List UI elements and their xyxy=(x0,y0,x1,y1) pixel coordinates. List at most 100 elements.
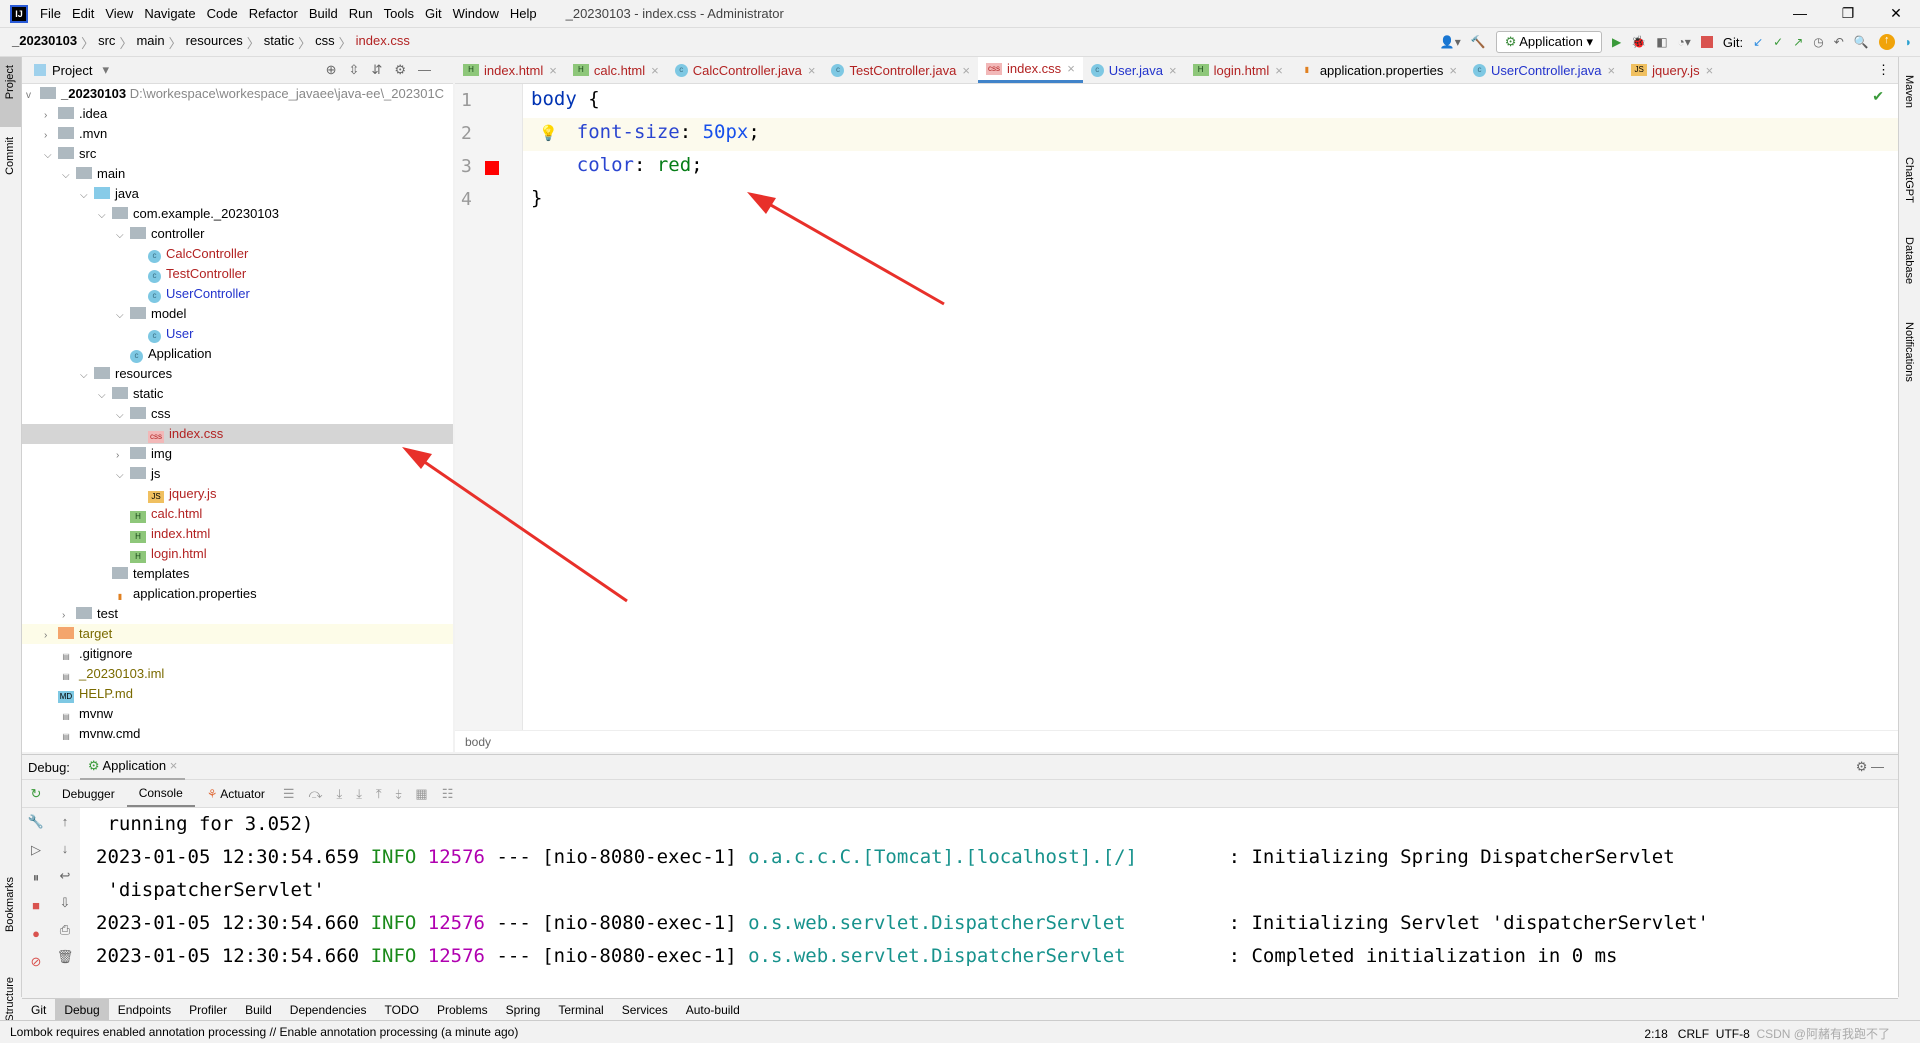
mute-breakpoints-icon[interactable]: ⊘ xyxy=(22,948,50,976)
breadcrumb-item[interactable]: main xyxy=(136,33,164,52)
tree-item[interactable]: › .mvn xyxy=(22,124,453,144)
tree-item[interactable]: c TestController xyxy=(22,264,453,284)
tab-close-icon[interactable]: × xyxy=(651,63,659,78)
tree-item[interactable]: ⌵ main xyxy=(22,164,453,184)
editor-tab[interactable]: JS jquery.js × xyxy=(1623,57,1721,83)
rollback-icon[interactable]: ↶ xyxy=(1834,35,1844,49)
debug-session-tab[interactable]: ⚙ Application × xyxy=(79,754,186,780)
chevron-icon[interactable]: ⌵ xyxy=(62,166,76,186)
tool-window-build[interactable]: Build xyxy=(236,999,281,1021)
menu-code[interactable]: Code xyxy=(207,6,238,21)
tree-item[interactable]: ⌵ src xyxy=(22,144,453,164)
close-button[interactable]: ✕ xyxy=(1872,0,1920,27)
editor-tab[interactable]: Hcalc.html × xyxy=(565,57,667,83)
tree-item[interactable]: css index.css xyxy=(22,424,453,444)
editor-tab[interactable]: c TestController.java × xyxy=(823,57,978,83)
menu-navigate[interactable]: Navigate xyxy=(144,6,195,21)
breakpoints-icon[interactable]: ● xyxy=(22,920,50,948)
tree-item[interactable]: ▤ .gitignore xyxy=(22,644,453,664)
tab-close-icon[interactable]: × xyxy=(1706,63,1714,78)
editor-tab[interactable]: Hlogin.html × xyxy=(1185,57,1291,83)
code-line[interactable]: color: red; xyxy=(531,154,703,176)
breadcrumb-item[interactable]: resources xyxy=(186,33,243,52)
coverage-icon[interactable]: ◧ xyxy=(1656,35,1667,49)
down-icon[interactable]: ↓ xyxy=(50,835,80,862)
tab-close-icon[interactable]: × xyxy=(1608,63,1616,78)
editor-tab[interactable]: Hindex.html × xyxy=(455,57,565,83)
tree-item[interactable]: › img xyxy=(22,444,453,464)
tree-item[interactable]: ▤ mvnw xyxy=(22,704,453,724)
code-editor[interactable]: 💡 ✔ 1 body {2 font-size: 50px; 3 color: re… xyxy=(455,84,1898,730)
editor-tab[interactable]: css index.css × xyxy=(977,57,1083,83)
color-swatch-icon[interactable] xyxy=(485,161,499,175)
menu-refactor[interactable]: Refactor xyxy=(249,6,298,21)
line-separator[interactable]: CRLF xyxy=(1678,1027,1709,1041)
commit-tool-button[interactable]: Commit xyxy=(4,137,16,175)
run-config-select[interactable]: ⚙ Application ▾ xyxy=(1495,31,1603,53)
plugin-icon[interactable]: ◗ xyxy=(1905,35,1912,49)
status-message[interactable]: Lombok requires enabled annotation proce… xyxy=(10,1025,518,1039)
tool-window-problems[interactable]: Problems xyxy=(428,999,497,1021)
editor-tab[interactable]: ▮ application.properties × xyxy=(1291,57,1465,83)
chevron-icon[interactable]: ⌵ xyxy=(98,206,112,226)
tool-window-endpoints[interactable]: Endpoints xyxy=(109,999,180,1021)
print-icon[interactable]: ⎙ xyxy=(50,916,80,943)
tree-item[interactable]: JS jquery.js xyxy=(22,484,453,504)
wrench-icon[interactable]: 🔧 xyxy=(22,808,50,836)
git-update-icon[interactable]: ↙ xyxy=(1753,35,1763,49)
project-tool-button[interactable]: Project xyxy=(4,65,16,99)
tab-console[interactable]: Console xyxy=(126,781,195,807)
tree-item[interactable]: c CalcController xyxy=(22,244,453,264)
tabs-more-icon[interactable]: ⋮ xyxy=(1869,57,1898,83)
tool-window-auto-build[interactable]: Auto-build xyxy=(677,999,749,1021)
tab-close-icon[interactable]: × xyxy=(1275,63,1283,78)
tool-window-dependencies[interactable]: Dependencies xyxy=(281,999,376,1021)
code-line[interactable]: font-size: 50px; xyxy=(531,121,760,143)
code-line[interactable]: } xyxy=(531,187,542,209)
tree-item[interactable]: Hcalc.html xyxy=(22,504,453,524)
console-output[interactable]: running for 3.052) 2023-01-05 12:30:54.65… xyxy=(80,808,1898,998)
tree-item[interactable]: ⌵ model xyxy=(22,304,453,324)
breadcrumb-item[interactable]: index.css xyxy=(356,33,410,52)
tab-close-icon[interactable]: × xyxy=(549,63,557,78)
chevron-icon[interactable]: ⌵ xyxy=(44,146,58,166)
tool-window-debug[interactable]: Debug xyxy=(55,998,109,1021)
tree-item[interactable]: c Application xyxy=(22,344,453,364)
search-icon[interactable]: 🔍 xyxy=(1854,35,1869,49)
caret-position[interactable]: 2:18 xyxy=(1644,1027,1667,1041)
tree-item[interactable]: › target xyxy=(22,624,453,644)
tab-close-icon[interactable]: × xyxy=(808,63,816,78)
tree-item[interactable]: c UserController xyxy=(22,284,453,304)
git-commit-icon[interactable]: ✓ xyxy=(1773,35,1783,49)
tree-item[interactable]: ⌵ java xyxy=(22,184,453,204)
chevron-icon[interactable]: ⌵ xyxy=(116,306,130,326)
menu-window[interactable]: Window xyxy=(453,6,499,21)
menu-view[interactable]: View xyxy=(105,6,133,21)
tree-item[interactable]: templates xyxy=(22,564,453,584)
tab-actuator[interactable]: ⚘ Actuator xyxy=(195,787,277,801)
tree-item[interactable]: ⌵ controller xyxy=(22,224,453,244)
git-push-icon[interactable]: ↗ xyxy=(1793,35,1803,49)
project-panel-actions[interactable]: ⊕⇳⇵⚙— xyxy=(326,62,443,78)
tool-window-terminal[interactable]: Terminal xyxy=(549,999,612,1021)
breadcrumb-item[interactable]: css xyxy=(315,33,335,52)
editor-tab[interactable]: c UserController.java × xyxy=(1465,57,1623,83)
chevron-icon[interactable]: ⌵ xyxy=(116,466,130,486)
rerun-icon[interactable]: ↻ xyxy=(22,786,50,802)
maven-tool-button[interactable]: Maven xyxy=(1903,75,1915,108)
run-icon[interactable]: ▶ xyxy=(1612,35,1621,49)
tree-item[interactable]: ⌵ js xyxy=(22,464,453,484)
tool-window-todo[interactable]: TODO xyxy=(376,999,428,1021)
editor-breadcrumb[interactable]: body xyxy=(455,730,1898,752)
tool-window-profiler[interactable]: Profiler xyxy=(180,999,236,1021)
structure-tool-button[interactable]: Structure xyxy=(4,977,16,1022)
notifications-tool-button[interactable]: Notifications xyxy=(1903,322,1915,382)
tree-item[interactable]: ⌵ com.example._20230103 xyxy=(22,204,453,224)
chevron-icon[interactable]: › xyxy=(62,606,76,626)
breadcrumb-item[interactable]: src xyxy=(98,33,115,52)
tree-item[interactable]: › test xyxy=(22,604,453,624)
resume-icon[interactable]: ▷ xyxy=(22,836,50,864)
menu-tools[interactable]: Tools xyxy=(384,6,414,21)
chevron-icon[interactable]: ⌵ xyxy=(116,406,130,426)
breadcrumb-item[interactable]: _20230103 xyxy=(12,33,77,52)
